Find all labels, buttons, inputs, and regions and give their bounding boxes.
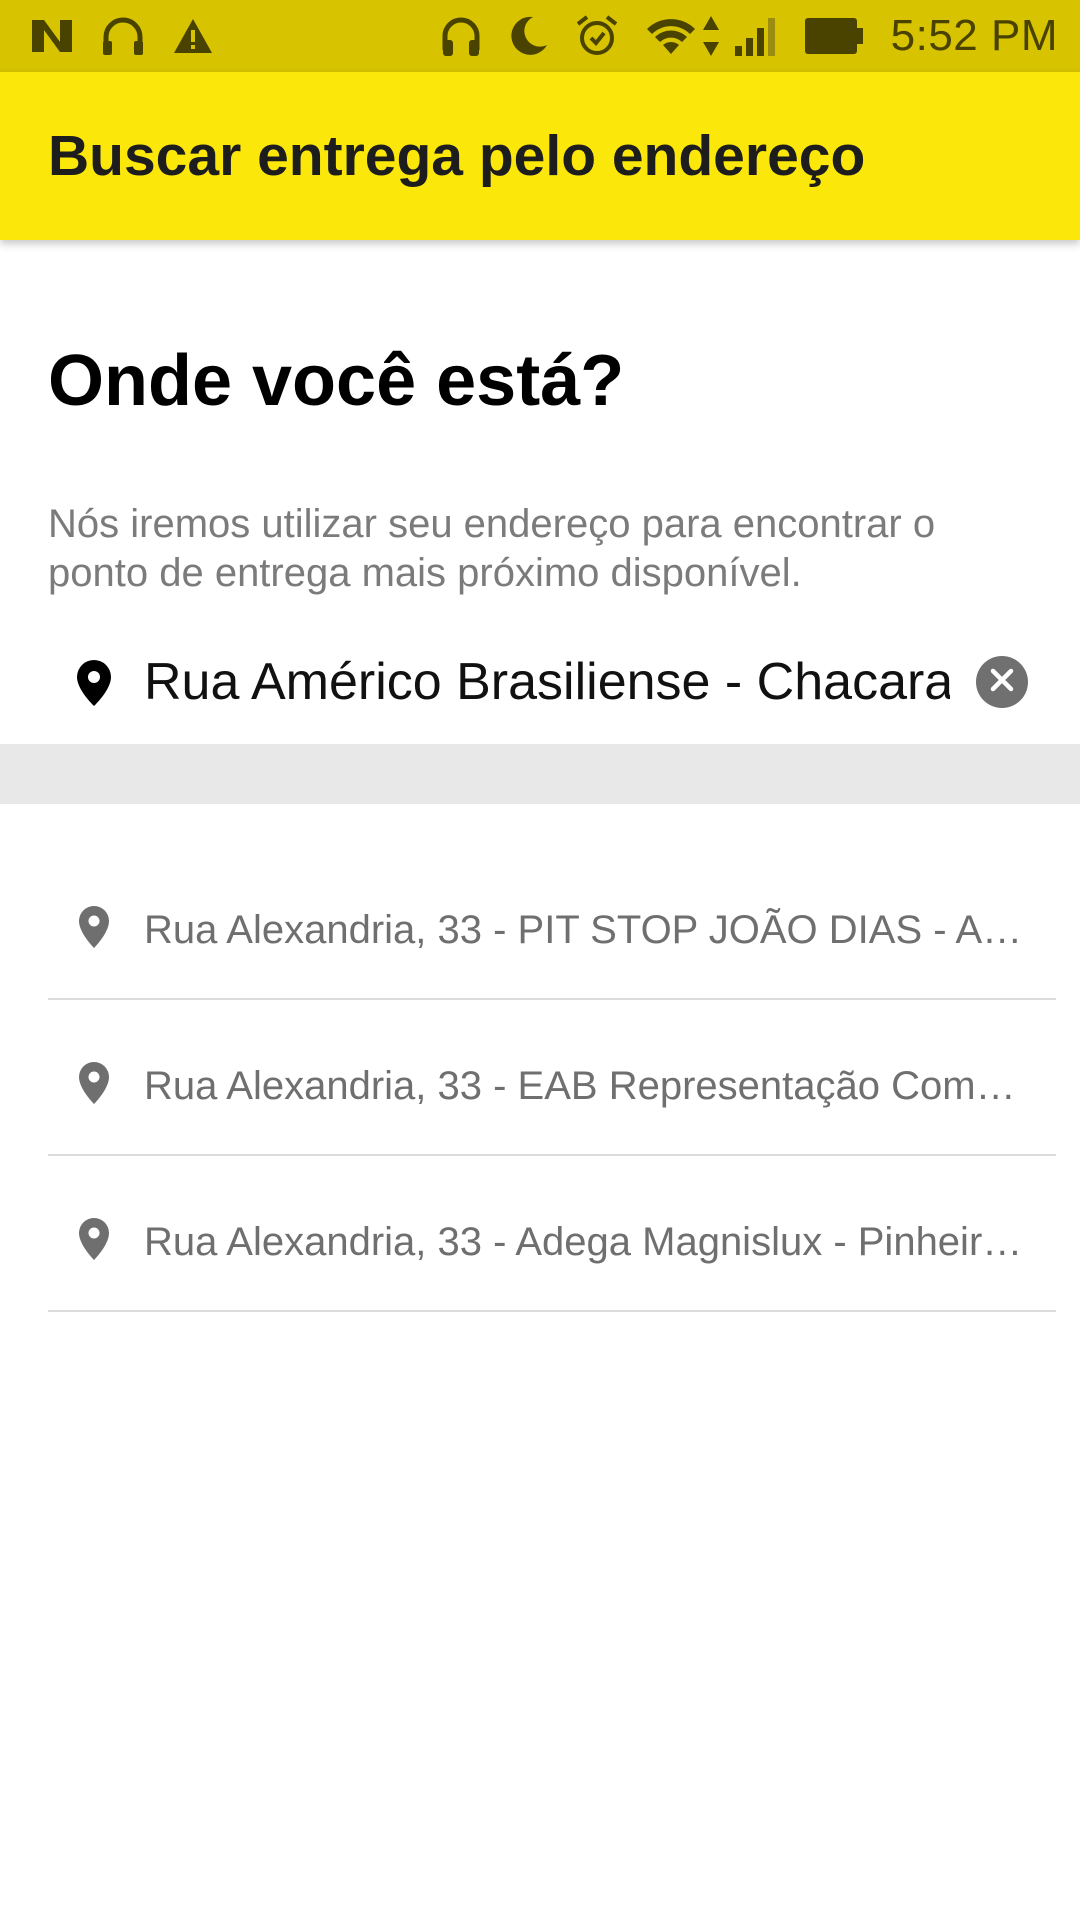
- wifi-icon: [645, 15, 697, 57]
- section-description: Nós iremos utilizar seu endereço para en…: [48, 502, 936, 595]
- headphones-icon: [439, 14, 483, 58]
- n-logo-icon: [30, 16, 74, 56]
- location-pin-icon: [76, 904, 112, 955]
- signal-icon: [733, 14, 777, 58]
- address-search-input[interactable]: Rua Américo Brasiliense - Chacara: [144, 650, 950, 714]
- section-heading: Onde você está?: [48, 341, 625, 421]
- location-pin-icon: [76, 1060, 112, 1111]
- moon-icon: [509, 15, 549, 57]
- headset-outline-icon: [100, 15, 146, 57]
- address-suggestions-list: Rua Alexandria, 33 - PIT STOP JOÃO DIAS …: [0, 844, 1080, 1312]
- section-divider: [0, 744, 1080, 804]
- suggestion-item[interactable]: Rua Alexandria, 33 - Adega Magnislux - P…: [48, 1156, 1056, 1312]
- location-pin-icon: [76, 1216, 112, 1267]
- location-pin-icon: [74, 658, 114, 713]
- data-arrows-icon: [701, 14, 721, 58]
- warning-icon: [172, 17, 214, 55]
- suggestion-item[interactable]: Rua Alexandria, 33 - EAB Representação C…: [48, 1000, 1056, 1156]
- status-bar: 5:52 PM: [0, 0, 1080, 72]
- clear-icon: [989, 667, 1015, 698]
- suggestion-label: Rua Alexandria, 33 - Adega Magnislux - P…: [144, 1220, 1024, 1264]
- app-bar: Buscar entrega pelo endereço: [0, 72, 1080, 240]
- clock-time: 5:52 PM: [890, 11, 1058, 60]
- clear-search-button[interactable]: [976, 656, 1028, 708]
- address-search-field[interactable]: Rua Américo Brasiliense - Chacara: [0, 632, 1080, 732]
- suggestion-label: Rua Alexandria, 33 - EAB Representação C…: [144, 1064, 1024, 1108]
- suggestion-item[interactable]: Rua Alexandria, 33 - PIT STOP JOÃO DIAS …: [48, 844, 1056, 1000]
- battery-icon: [803, 14, 865, 58]
- alarm-icon: [575, 14, 619, 58]
- suggestion-label: Rua Alexandria, 33 - PIT STOP JOÃO DIAS …: [144, 908, 1024, 952]
- page-title: Buscar entrega pelo endereço: [48, 124, 866, 188]
